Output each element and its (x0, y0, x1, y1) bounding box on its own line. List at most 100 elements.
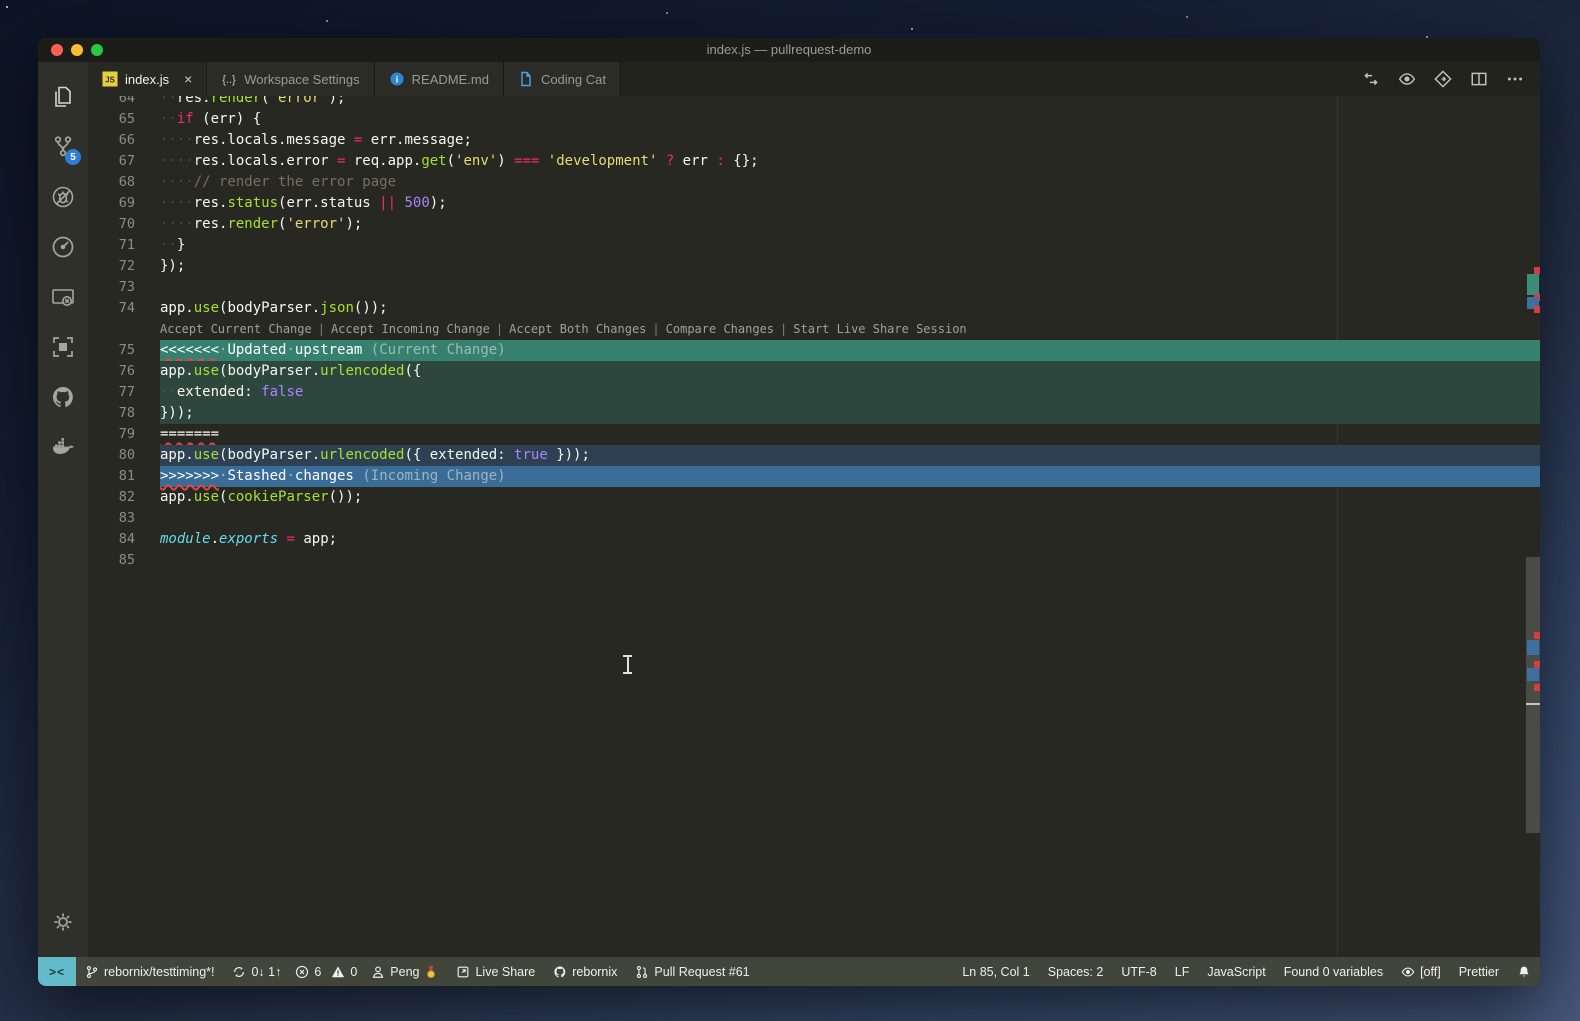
error-mark (1534, 267, 1540, 274)
docker-icon[interactable] (38, 424, 88, 470)
codelens-action-accept-current-change[interactable]: Accept Current Change (160, 319, 312, 340)
code-line[interactable]: 85 (88, 550, 1540, 571)
status-highlight-toggle[interactable]: [off] (1392, 957, 1450, 986)
line-number: 76 (88, 361, 160, 382)
status-problems-errors[interactable]: 6 (290, 957, 326, 986)
status-problems-warnings[interactable]: 0 (326, 957, 362, 986)
status-live-share[interactable]: Live Share (447, 957, 544, 986)
status-git-branch[interactable]: rebornix/testtiming*! (76, 957, 223, 986)
line-number: 84 (88, 529, 160, 550)
code-line[interactable]: 65··if (err) { (88, 109, 1540, 130)
code-line[interactable]: 77··extended: false (88, 382, 1540, 403)
branch-icon (85, 965, 99, 979)
code-text (160, 277, 1540, 298)
code-line[interactable]: 68····// render the error page (88, 172, 1540, 193)
code-text: app.use(cookieParser()); (160, 487, 1540, 508)
status-account[interactable]: Peng (362, 957, 447, 986)
open-preview-icon[interactable] (1398, 70, 1416, 88)
share-icon (456, 965, 470, 979)
split-editor-icon[interactable] (1470, 70, 1488, 88)
scrollbar-slider[interactable] (1526, 557, 1540, 833)
code-line[interactable]: 72}); (88, 256, 1540, 277)
code-text: ····res.locals.error = req.app.get('env'… (160, 151, 1540, 172)
activity-bar: 5 (38, 62, 88, 957)
status-label: [off] (1420, 965, 1441, 979)
codelens-action-start-live-share-session[interactable]: Start Live Share Session (793, 319, 966, 340)
status-found-variables[interactable]: Found 0 variables (1275, 957, 1392, 986)
status-prettier[interactable]: Prettier (1450, 957, 1508, 986)
code-line[interactable]: 66····res.locals.message = err.message; (88, 130, 1540, 151)
status-notifications[interactable] (1508, 957, 1540, 986)
code-line[interactable]: 64··res.render('error'); (88, 96, 1540, 109)
gauge-icon[interactable] (38, 224, 88, 270)
status-language-mode[interactable]: JavaScript (1198, 957, 1274, 986)
status-github-account[interactable]: rebornix (544, 957, 626, 986)
manage-gear-icon[interactable] (38, 899, 88, 945)
code-line[interactable]: 79======= (88, 424, 1540, 445)
error-mark (1534, 632, 1540, 639)
status-eol[interactable]: LF (1166, 957, 1199, 986)
line-number: 73 (88, 277, 160, 298)
current-change-mark (1527, 274, 1539, 295)
status-indentation[interactable]: Spaces: 2 (1039, 957, 1113, 986)
window-titlebar[interactable]: index.js — pullrequest-demo (38, 38, 1540, 62)
status-label: rebornix (572, 965, 617, 979)
editor[interactable]: 64··res.render('error');65··if (err) {66… (88, 96, 1540, 957)
remote-screen-icon[interactable] (38, 274, 88, 320)
code-line[interactable]: 67····res.locals.error = req.app.get('en… (88, 151, 1540, 172)
code-line[interactable]: 69····res.status(err.status || 500); (88, 193, 1540, 214)
overview-ruler[interactable] (1526, 96, 1540, 957)
error-circle-icon (295, 965, 309, 979)
github-icon[interactable] (38, 374, 88, 420)
tab-workspace-settings[interactable]: {..}Workspace Settings (207, 62, 374, 96)
status-remote-indicator[interactable]: >< (38, 957, 76, 986)
code-line[interactable]: 84module.exports = app; (88, 529, 1540, 550)
tab-coding-cat[interactable]: Coding Cat (504, 62, 621, 96)
warning-icon (331, 965, 345, 979)
tab-index-js[interactable]: JSindex.js× (88, 62, 207, 96)
codelens-action-accept-both-changes[interactable]: Accept Both Changes (509, 319, 646, 340)
code-line[interactable]: 73 (88, 277, 1540, 298)
braces-icon: {..} (221, 71, 237, 87)
status-cursor-position[interactable]: Ln 85, Col 1 (953, 957, 1038, 986)
code-line[interactable]: 74app.use(bodyParser.json()); (88, 298, 1540, 319)
code-line[interactable]: 78})); (88, 403, 1540, 424)
line-number: 78 (88, 403, 160, 424)
code-line[interactable]: 75<<<<<<<·Updated·upstream (Current Chan… (88, 340, 1540, 361)
line-number: 81 (88, 466, 160, 487)
status-encoding[interactable]: UTF-8 (1112, 957, 1165, 986)
code-line[interactable]: 70····res.render('error'); (88, 214, 1540, 235)
source-control-icon[interactable]: 5 (38, 124, 88, 170)
zoom-window-button[interactable] (91, 44, 103, 56)
code-line[interactable]: 82app.use(cookieParser()); (88, 487, 1540, 508)
bell-icon (1517, 965, 1531, 979)
close-tab-icon[interactable]: × (184, 72, 192, 86)
line-number: 65 (88, 109, 160, 130)
status-sync-status[interactable]: 0↓ 1↑ (223, 957, 290, 986)
minimize-window-button[interactable] (71, 44, 83, 56)
line-number: 75 (88, 340, 160, 361)
pr-icon (635, 965, 649, 979)
status-pull-request[interactable]: Pull Request #61 (626, 957, 758, 986)
line-number: 71 (88, 235, 160, 256)
explorer-icon[interactable] (38, 74, 88, 120)
code-line[interactable]: 71··} (88, 235, 1540, 256)
codelens-action-accept-incoming-change[interactable]: Accept Incoming Change (331, 319, 490, 340)
debug-disabled-icon[interactable] (38, 174, 88, 220)
code-text (160, 508, 1540, 529)
code-line[interactable]: 80app.use(bodyParser.urlencoded({ extend… (88, 445, 1540, 466)
code-text: <<<<<<<·Updated·upstream (Current Change… (160, 340, 1540, 361)
tab-readme-md[interactable]: iREADME.md (375, 62, 504, 96)
close-window-button[interactable] (51, 44, 63, 56)
error-mark (1534, 661, 1540, 668)
codelens-action-compare-changes[interactable]: Compare Changes (666, 319, 774, 340)
code-line[interactable]: 76app.use(bodyParser.urlencoded({ (88, 361, 1540, 382)
synchronize-changes-icon[interactable] (1362, 70, 1380, 88)
more-actions-icon[interactable] (1506, 70, 1524, 88)
search-mark (1527, 668, 1539, 681)
line-number: 68 (88, 172, 160, 193)
open-changes-icon[interactable] (1434, 70, 1452, 88)
extension-frame-icon[interactable] (38, 324, 88, 370)
code-line[interactable]: 81>>>>>>>·Stashed·changes (Incoming Chan… (88, 466, 1540, 487)
code-line[interactable]: 83 (88, 508, 1540, 529)
